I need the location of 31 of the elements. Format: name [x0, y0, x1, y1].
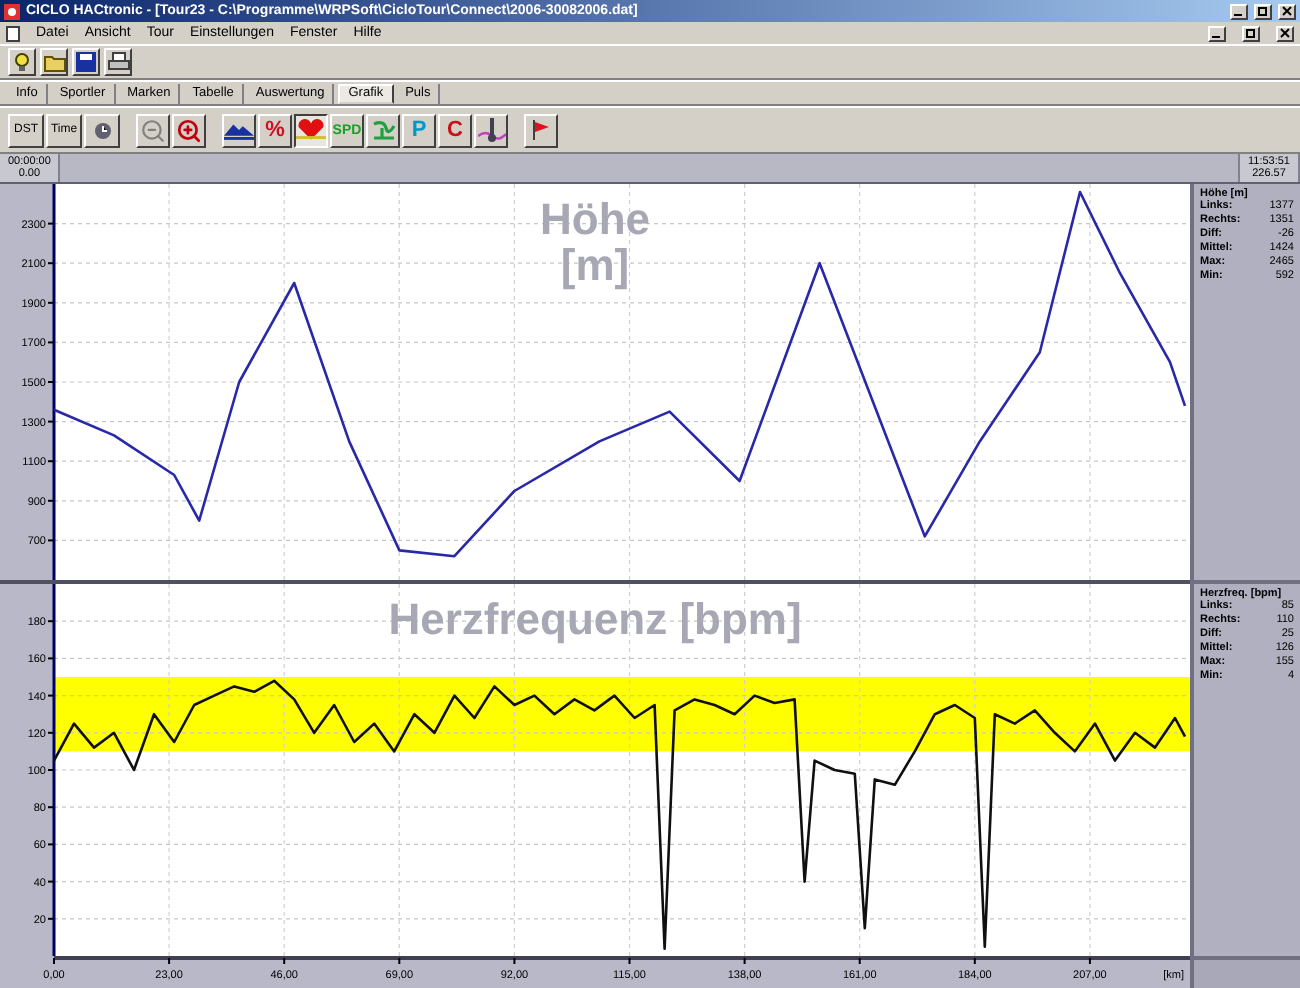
marker-button[interactable]	[524, 113, 558, 147]
zoom-in-button[interactable]	[172, 113, 206, 147]
zoom-out-button[interactable]	[136, 113, 170, 147]
printer-icon	[107, 52, 129, 72]
close-button[interactable]	[1278, 3, 1296, 19]
restore-icon	[1258, 6, 1268, 16]
chart-title: Herzfrequenz [bpm]	[386, 596, 804, 642]
heart-icon	[296, 118, 326, 142]
minimize-button[interactable]	[1230, 3, 1248, 19]
thermometer-icon	[477, 116, 505, 144]
channel-button[interactable]: C	[438, 113, 472, 147]
folder-icon	[43, 53, 65, 71]
save-button[interactable]	[72, 48, 100, 76]
mountain-icon	[224, 120, 254, 140]
close-icon	[1280, 28, 1290, 38]
zoom-out-icon	[140, 117, 166, 143]
close-button[interactable]	[1276, 25, 1294, 41]
clock-button[interactable]	[84, 113, 120, 147]
clock-icon	[93, 121, 111, 139]
zoom-in-icon	[176, 117, 202, 143]
close-icon	[1282, 6, 1292, 16]
app-icon	[4, 3, 20, 19]
lightbulb-icon	[14, 52, 30, 72]
channel-button[interactable]: %	[258, 113, 292, 147]
chart-title: Höhe [m]	[538, 196, 652, 288]
open-button[interactable]	[40, 48, 68, 76]
new-button[interactable]	[8, 48, 36, 76]
flag-icon	[532, 120, 550, 140]
print-button[interactable]	[104, 48, 132, 76]
minimize-button[interactable]	[1208, 25, 1226, 41]
restore-icon	[1246, 28, 1256, 38]
